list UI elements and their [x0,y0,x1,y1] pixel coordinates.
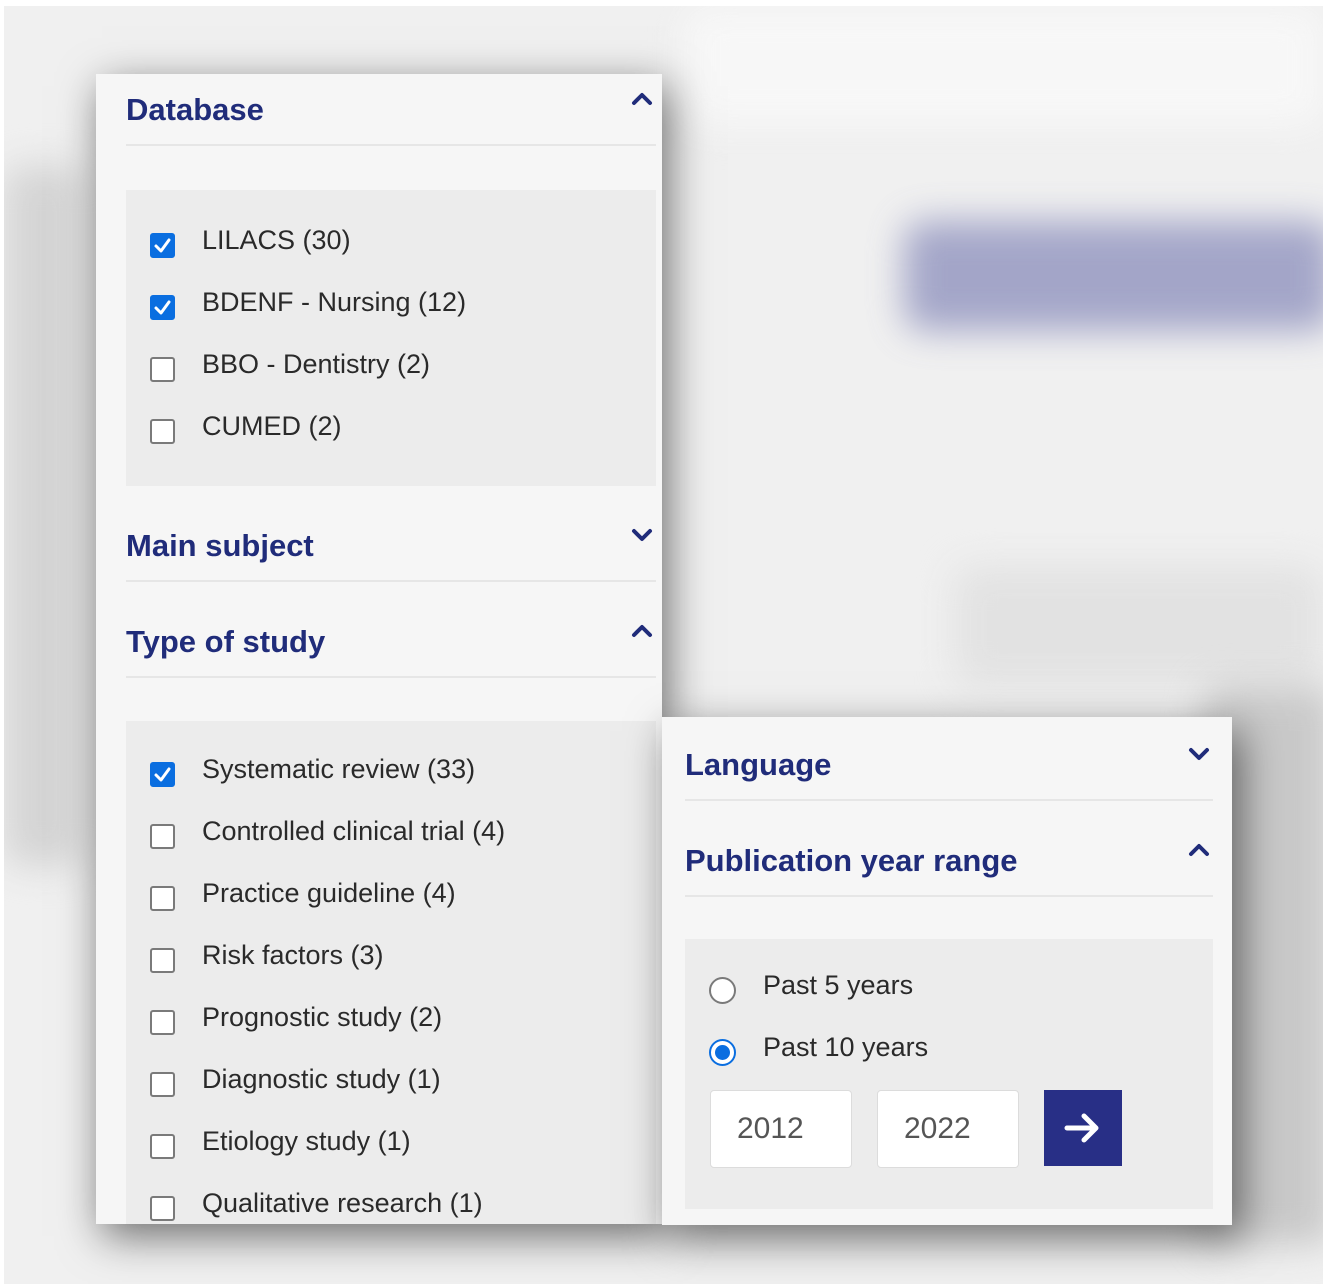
study-option-diagnostic-study[interactable]: Diagnostic study (1) [150,1059,441,1099]
checkbox[interactable] [150,418,175,444]
main-subject-section-title: Main subject [126,528,314,563]
chevron-up-icon[interactable] [630,88,654,108]
language-section-title: Language [685,747,832,782]
checkbox-checked[interactable] [150,761,175,787]
type-of-study-options: Systematic review (33) Controlled clinic… [126,721,656,1224]
chevron-up-icon[interactable] [630,620,654,640]
checkbox[interactable] [150,947,175,973]
study-option-qualitative-research[interactable]: Qualitative research (1) [150,1183,483,1223]
year-option-past-10[interactable]: Past 10 years [709,1027,928,1067]
study-option-etiology-study[interactable]: Etiology study (1) [150,1121,411,1161]
chevron-down-icon[interactable] [1187,743,1211,763]
year-from-input[interactable] [710,1090,852,1168]
filter-panel-right: Language Publication year range Past 5 y… [662,717,1232,1225]
checkbox[interactable] [150,1195,175,1221]
study-option-controlled-clinical-trial[interactable]: Controlled clinical trial (4) [150,811,505,851]
year-option-past-5[interactable]: Past 5 years [709,965,913,1005]
checkbox-checked[interactable] [150,294,175,320]
database-section-header[interactable]: Database [126,74,656,146]
checkbox-checked[interactable] [150,232,175,258]
arrow-right-icon [1064,1113,1099,1143]
radio-button-selected[interactable] [709,1038,736,1066]
year-to-input[interactable] [877,1090,1019,1168]
checkbox[interactable] [150,1133,175,1159]
filter-panel-left: Database LILACS (30) BDENF - Nursing (12… [96,74,662,1224]
database-options: LILACS (30) BDENF - Nursing (12) BBO - D… [126,190,656,486]
type-of-study-section-header[interactable]: Type of study [126,606,656,678]
type-of-study-section-title: Type of study [126,624,326,659]
study-option-risk-factors[interactable]: Risk factors (3) [150,935,384,975]
database-option-lilacs[interactable]: LILACS (30) [150,220,351,260]
checkbox[interactable] [150,885,175,911]
database-section-title: Database [126,92,264,127]
database-option-cumed[interactable]: CUMED (2) [150,406,342,446]
chevron-down-icon[interactable] [630,524,654,544]
checkbox[interactable] [150,356,175,382]
study-option-practice-guideline[interactable]: Practice guideline (4) [150,873,456,913]
checkbox[interactable] [150,1071,175,1097]
apply-year-range-button[interactable] [1044,1090,1122,1166]
chevron-up-icon[interactable] [1187,839,1211,859]
publication-year-section-header[interactable]: Publication year range [685,825,1213,897]
study-option-prognostic-study[interactable]: Prognostic study (2) [150,997,442,1037]
language-section-header[interactable]: Language [685,729,1213,801]
database-option-bdenf[interactable]: BDENF - Nursing (12) [150,282,466,322]
database-option-bbo[interactable]: BBO - Dentistry (2) [150,344,430,384]
main-subject-section-header[interactable]: Main subject [126,510,656,582]
publication-year-section-title: Publication year range [685,843,1018,878]
checkbox[interactable] [150,823,175,849]
publication-year-options: Past 5 years Past 10 years [685,939,1213,1209]
checkbox[interactable] [150,1009,175,1035]
study-option-systematic-review[interactable]: Systematic review (33) [150,749,475,789]
radio-button[interactable] [709,976,736,1004]
